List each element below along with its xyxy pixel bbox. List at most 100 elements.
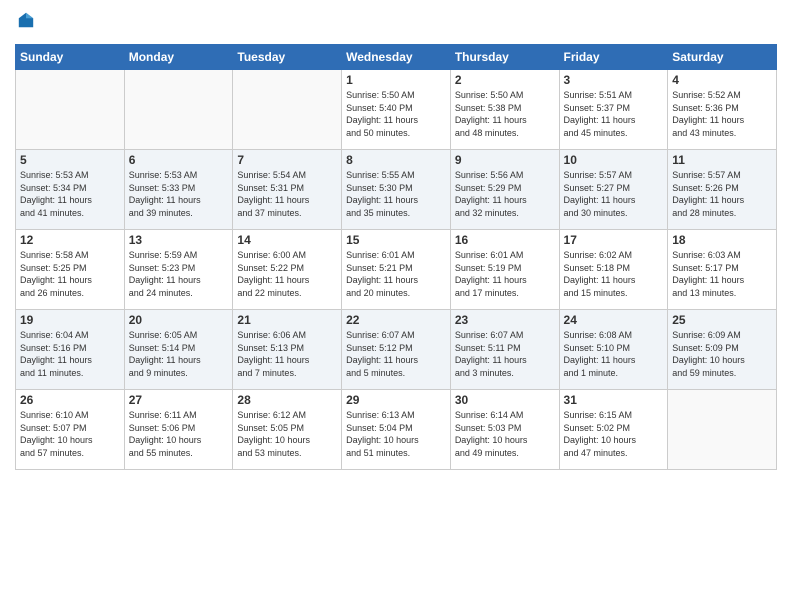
day-cell: 19 Sunrise: 6:04 AM Sunset: 5:16 PM Dayli… [16,310,125,390]
day-cell: 26 Sunrise: 6:10 AM Sunset: 5:07 PM Dayli… [16,390,125,470]
day-cell: 2 Sunrise: 5:50 AM Sunset: 5:38 PM Daylig… [450,70,559,150]
day-number: 14 [237,233,337,247]
calendar-table: SundayMondayTuesdayWednesdayThursdayFrid… [15,44,777,470]
day-cell: 7 Sunrise: 5:54 AM Sunset: 5:31 PM Daylig… [233,150,342,230]
day-number: 11 [672,153,772,167]
day-cell: 25 Sunrise: 6:09 AM Sunset: 5:09 PM Dayli… [668,310,777,390]
day-cell: 16 Sunrise: 6:01 AM Sunset: 5:19 PM Dayli… [450,230,559,310]
day-info: Sunrise: 6:08 AM Sunset: 5:10 PM Dayligh… [564,329,664,379]
logo-icon [17,11,35,29]
day-number: 7 [237,153,337,167]
day-info: Sunrise: 6:07 AM Sunset: 5:12 PM Dayligh… [346,329,446,379]
weekday-tuesday: Tuesday [233,45,342,70]
day-number: 24 [564,313,664,327]
week-row-2: 5Sunrise: 5:53 AM Sunset: 5:34 PM Daylig… [16,150,777,230]
day-number: 1 [346,73,446,87]
day-cell: 21 Sunrise: 6:06 AM Sunset: 5:13 PM Dayli… [233,310,342,390]
week-row-1: 1Sunrise: 5:50 AM Sunset: 5:40 PM Daylig… [16,70,777,150]
day-number: 4 [672,73,772,87]
day-number: 29 [346,393,446,407]
day-cell: 6 Sunrise: 5:53 AM Sunset: 5:33 PM Daylig… [124,150,233,230]
day-info: Sunrise: 6:01 AM Sunset: 5:19 PM Dayligh… [455,249,555,299]
day-info: Sunrise: 6:10 AM Sunset: 5:07 PM Dayligh… [20,409,120,459]
day-info: Sunrise: 6:00 AM Sunset: 5:22 PM Dayligh… [237,249,337,299]
day-cell: 22 Sunrise: 6:07 AM Sunset: 5:12 PM Dayli… [342,310,451,390]
day-info: Sunrise: 5:54 AM Sunset: 5:31 PM Dayligh… [237,169,337,219]
header [15,10,777,34]
day-cell [233,70,342,150]
weekday-header-row: SundayMondayTuesdayWednesdayThursdayFrid… [16,45,777,70]
day-cell: 27 Sunrise: 6:11 AM Sunset: 5:06 PM Dayli… [124,390,233,470]
day-info: Sunrise: 6:04 AM Sunset: 5:16 PM Dayligh… [20,329,120,379]
day-info: Sunrise: 6:09 AM Sunset: 5:09 PM Dayligh… [672,329,772,379]
day-cell: 23 Sunrise: 6:07 AM Sunset: 5:11 PM Dayli… [450,310,559,390]
day-info: Sunrise: 5:53 AM Sunset: 5:33 PM Dayligh… [129,169,229,219]
day-cell: 11 Sunrise: 5:57 AM Sunset: 5:26 PM Dayli… [668,150,777,230]
day-info: Sunrise: 6:05 AM Sunset: 5:14 PM Dayligh… [129,329,229,379]
day-info: Sunrise: 6:01 AM Sunset: 5:21 PM Dayligh… [346,249,446,299]
weekday-saturday: Saturday [668,45,777,70]
day-cell: 4 Sunrise: 5:52 AM Sunset: 5:36 PM Daylig… [668,70,777,150]
week-row-3: 12 Sunrise: 5:58 AM Sunset: 5:25 PM Dayli… [16,230,777,310]
day-cell [124,70,233,150]
day-number: 18 [672,233,772,247]
weekday-monday: Monday [124,45,233,70]
day-number: 23 [455,313,555,327]
day-cell: 8 Sunrise: 5:55 AM Sunset: 5:30 PM Daylig… [342,150,451,230]
day-number: 16 [455,233,555,247]
day-info: Sunrise: 5:58 AM Sunset: 5:25 PM Dayligh… [20,249,120,299]
day-number: 15 [346,233,446,247]
day-number: 30 [455,393,555,407]
day-info: Sunrise: 6:15 AM Sunset: 5:02 PM Dayligh… [564,409,664,459]
weekday-sunday: Sunday [16,45,125,70]
day-info: Sunrise: 6:11 AM Sunset: 5:06 PM Dayligh… [129,409,229,459]
calendar-container: SundayMondayTuesdayWednesdayThursdayFrid… [0,0,792,480]
day-cell: 24 Sunrise: 6:08 AM Sunset: 5:10 PM Dayli… [559,310,668,390]
day-number: 28 [237,393,337,407]
day-cell [16,70,125,150]
day-info: Sunrise: 5:51 AM Sunset: 5:37 PM Dayligh… [564,89,664,139]
day-number: 21 [237,313,337,327]
day-info: Sunrise: 6:13 AM Sunset: 5:04 PM Dayligh… [346,409,446,459]
day-info: Sunrise: 6:02 AM Sunset: 5:18 PM Dayligh… [564,249,664,299]
day-info: Sunrise: 5:57 AM Sunset: 5:26 PM Dayligh… [672,169,772,219]
day-number: 9 [455,153,555,167]
day-cell: 17 Sunrise: 6:02 AM Sunset: 5:18 PM Dayli… [559,230,668,310]
day-cell: 28Sunrise: 6:12 AM Sunset: 5:05 PM Dayli… [233,390,342,470]
day-info: Sunrise: 5:59 AM Sunset: 5:23 PM Dayligh… [129,249,229,299]
day-info: Sunrise: 5:57 AM Sunset: 5:27 PM Dayligh… [564,169,664,219]
day-info: Sunrise: 6:06 AM Sunset: 5:13 PM Dayligh… [237,329,337,379]
day-cell: 31Sunrise: 6:15 AM Sunset: 5:02 PM Dayli… [559,390,668,470]
weekday-friday: Friday [559,45,668,70]
day-number: 27 [129,393,229,407]
day-number: 25 [672,313,772,327]
day-cell: 9Sunrise: 5:56 AM Sunset: 5:29 PM Daylig… [450,150,559,230]
day-info: Sunrise: 5:50 AM Sunset: 5:38 PM Dayligh… [455,89,555,139]
logo [15,10,35,34]
day-number: 3 [564,73,664,87]
day-cell: 5Sunrise: 5:53 AM Sunset: 5:34 PM Daylig… [16,150,125,230]
day-cell: 18 Sunrise: 6:03 AM Sunset: 5:17 PM Dayli… [668,230,777,310]
day-number: 19 [20,313,120,327]
weekday-thursday: Thursday [450,45,559,70]
day-number: 2 [455,73,555,87]
day-info: Sunrise: 5:55 AM Sunset: 5:30 PM Dayligh… [346,169,446,219]
day-number: 17 [564,233,664,247]
day-number: 20 [129,313,229,327]
day-number: 26 [20,393,120,407]
day-number: 6 [129,153,229,167]
day-cell: 15 Sunrise: 6:01 AM Sunset: 5:21 PM Dayli… [342,230,451,310]
day-cell: 1Sunrise: 5:50 AM Sunset: 5:40 PM Daylig… [342,70,451,150]
day-cell: 10 Sunrise: 5:57 AM Sunset: 5:27 PM Dayli… [559,150,668,230]
day-info: Sunrise: 6:07 AM Sunset: 5:11 PM Dayligh… [455,329,555,379]
day-number: 22 [346,313,446,327]
day-cell: 12 Sunrise: 5:58 AM Sunset: 5:25 PM Dayli… [16,230,125,310]
day-info: Sunrise: 5:53 AM Sunset: 5:34 PM Dayligh… [20,169,120,219]
day-info: Sunrise: 5:52 AM Sunset: 5:36 PM Dayligh… [672,89,772,139]
day-cell: 20 Sunrise: 6:05 AM Sunset: 5:14 PM Dayli… [124,310,233,390]
day-info: Sunrise: 6:03 AM Sunset: 5:17 PM Dayligh… [672,249,772,299]
day-number: 12 [20,233,120,247]
day-number: 8 [346,153,446,167]
day-cell: 14 Sunrise: 6:00 AM Sunset: 5:22 PM Dayli… [233,230,342,310]
day-number: 10 [564,153,664,167]
